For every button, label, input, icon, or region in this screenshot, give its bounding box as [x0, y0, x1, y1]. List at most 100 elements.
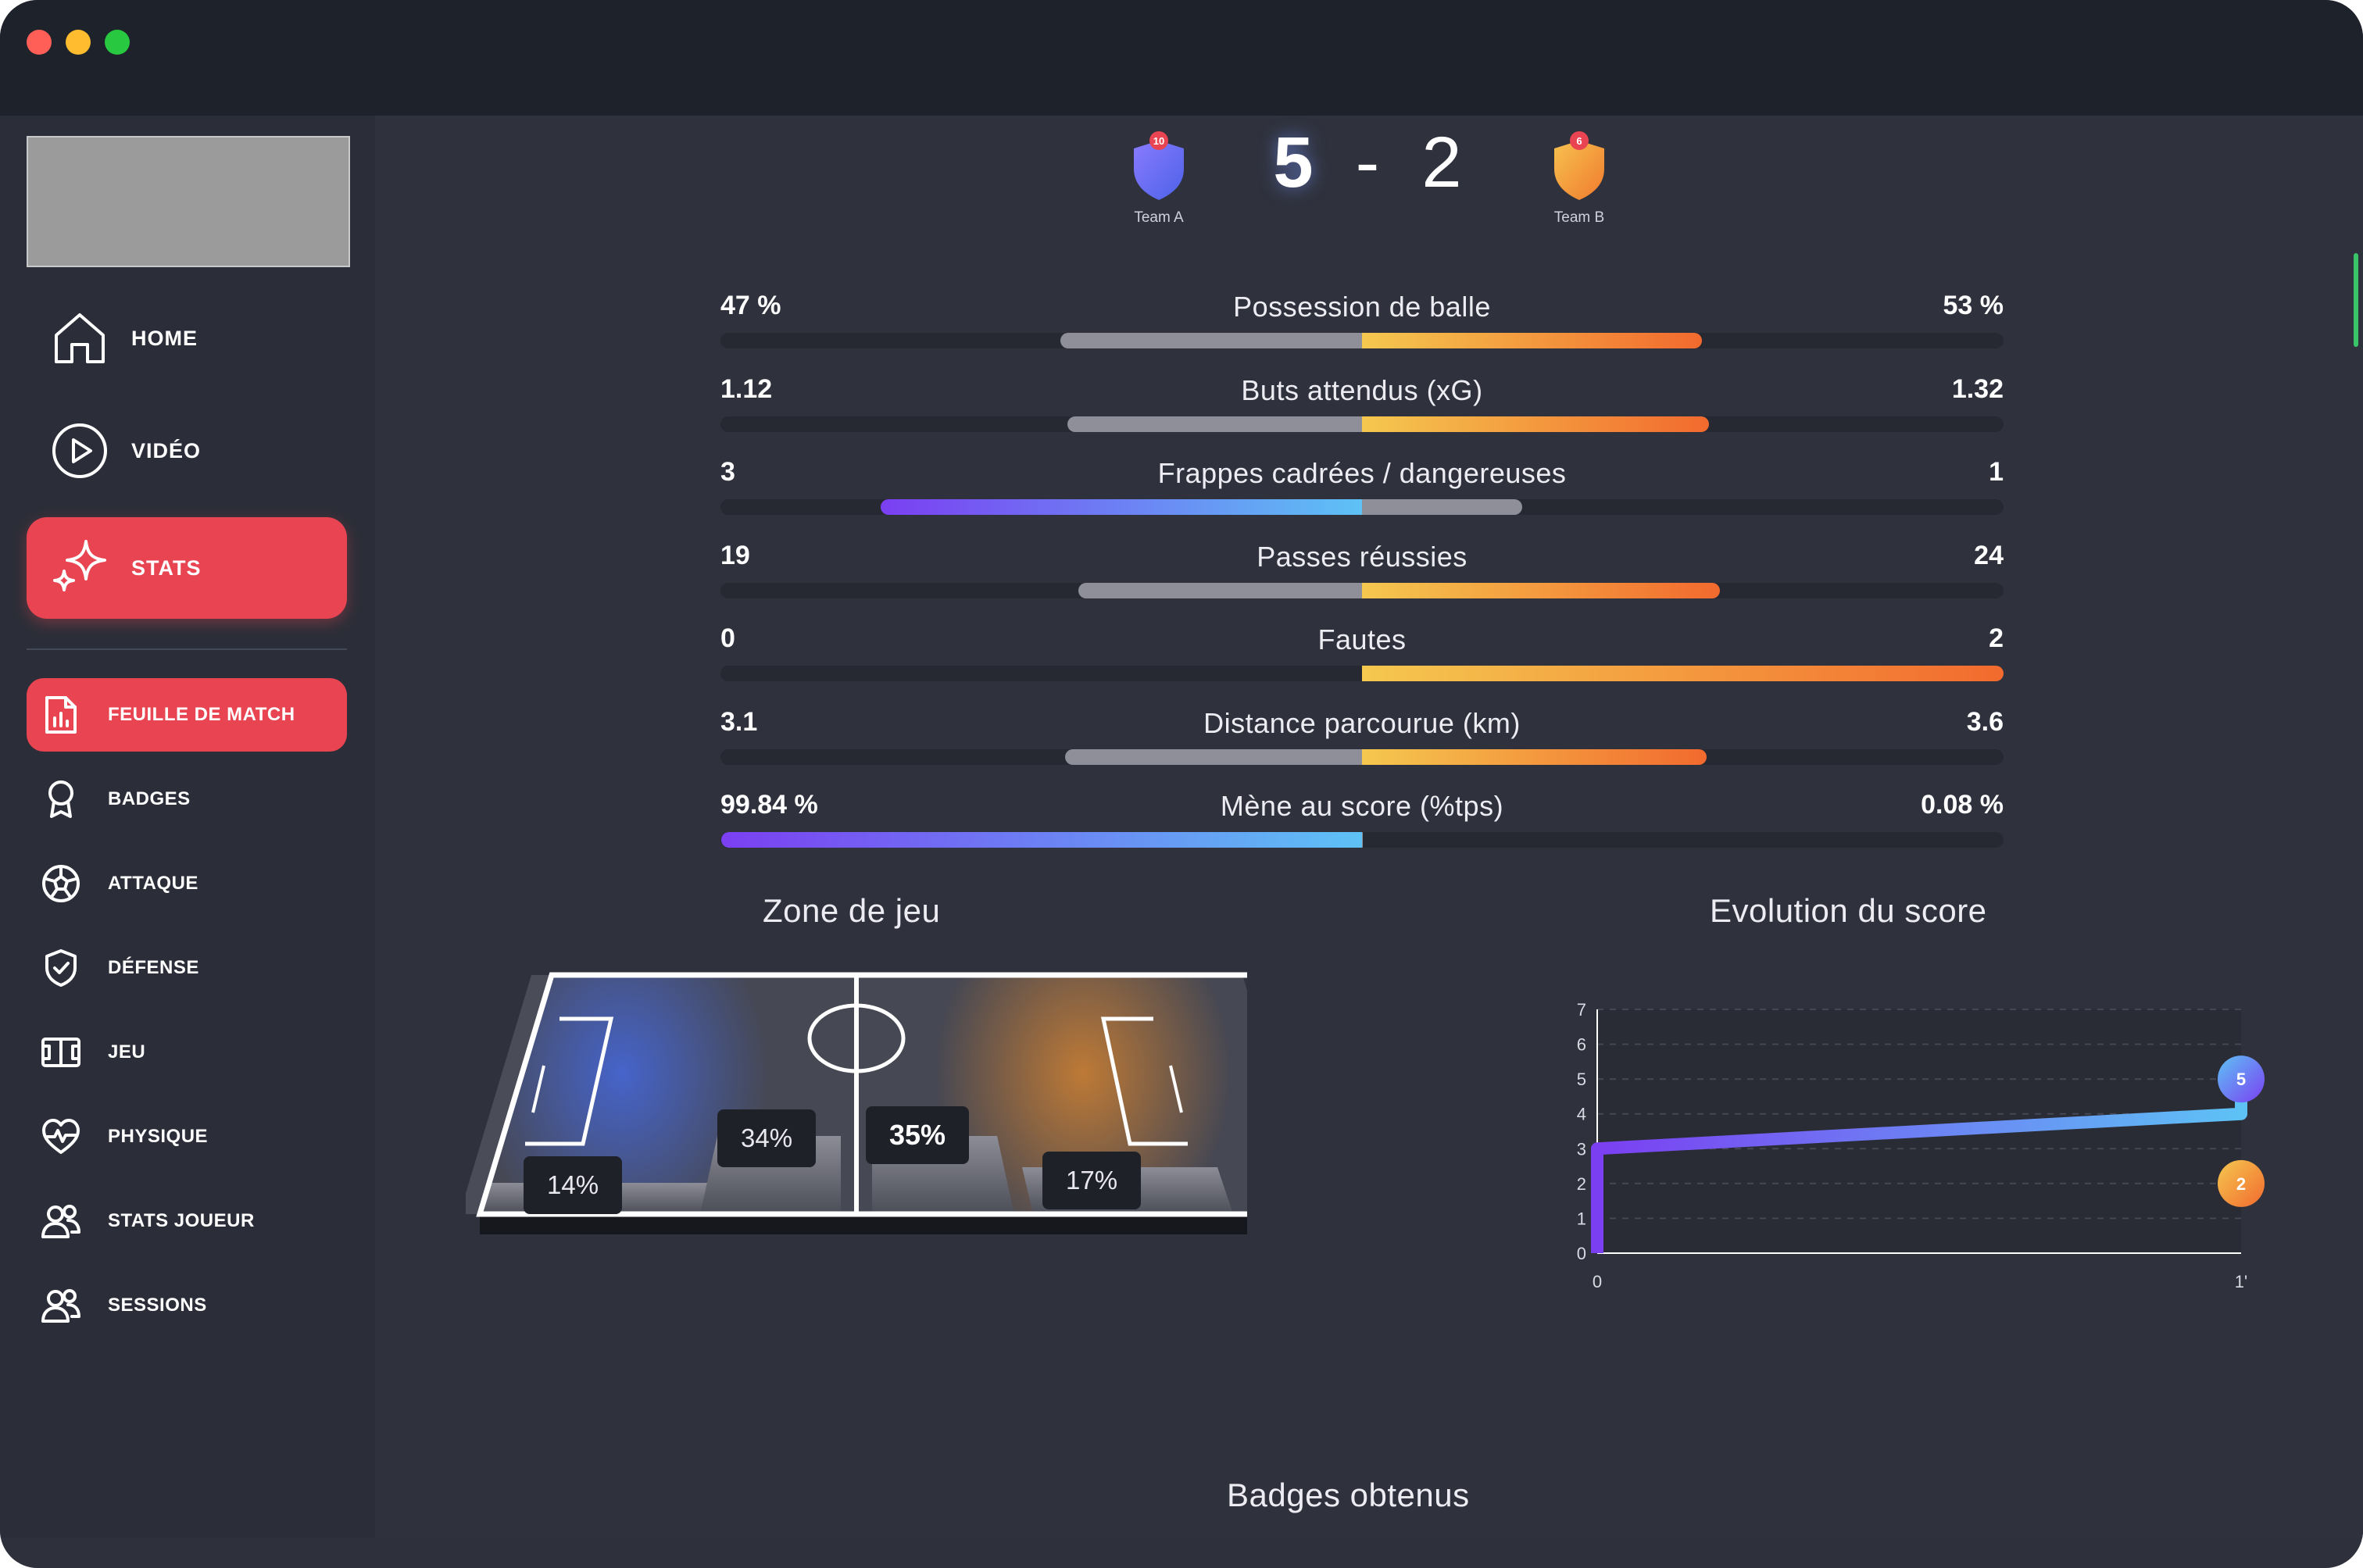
- nav-video-label: VIDÉO: [131, 439, 202, 463]
- nav-video[interactable]: VIDÉO: [27, 400, 347, 502]
- stat-name: Frappes cadrées / dangereuses: [1157, 457, 1567, 489]
- zone-de-jeu-pitch: 14% 34% 35% 17%: [459, 956, 1339, 1238]
- close-window-button[interactable]: [27, 30, 52, 55]
- stat-bar-team-b: [1362, 582, 1721, 598]
- stat-bar-team-b: [1362, 748, 1707, 765]
- soccer-ball-icon: [42, 865, 80, 902]
- sidebar: HOME VIDÉO STATS FEUILLE DE MATCH BADGES…: [0, 116, 375, 1538]
- y-tick-label: 2: [1577, 1174, 1586, 1194]
- stat-right-value: 24: [1974, 540, 2004, 570]
- zone-label-mid-right: 35%: [866, 1106, 970, 1164]
- nav-defense[interactable]: DÉFENSE: [27, 931, 347, 1005]
- nav-jeu[interactable]: JEU: [27, 1016, 347, 1089]
- nav-feuille-de-match[interactable]: FEUILLE DE MATCH: [27, 678, 347, 752]
- stat-name: Possession de balle: [1233, 291, 1491, 323]
- team-a-badge: 10 Team A: [1108, 130, 1210, 227]
- nav-physique[interactable]: PHYSIQUE: [27, 1100, 347, 1173]
- team-b-score: 2: [1421, 123, 1462, 202]
- nav-jeu-label: JEU: [108, 1041, 146, 1063]
- nav-home[interactable]: HOME: [27, 288, 347, 389]
- team_a-score-marker-label: 5: [2236, 1070, 2246, 1089]
- nav-stats-label: STATS: [131, 556, 202, 580]
- sparkle-icon: [53, 540, 106, 591]
- score-evolution-chart: 5 2 0 1 2 3 4 5 6 7 0 1': [1553, 972, 2288, 1378]
- report-chart-icon: [45, 696, 77, 734]
- stat-bar-team-a: [1065, 748, 1362, 765]
- y-tick-label: 7: [1577, 1000, 1586, 1020]
- shield-check-icon: [45, 949, 77, 987]
- stat-bar-team-a: [1067, 416, 1362, 432]
- stat-bar-team-a: [1060, 333, 1362, 348]
- nav-physique-label: PHYSIQUE: [108, 1126, 209, 1147]
- play-circle-icon: [52, 423, 107, 478]
- x-tick-label: 1': [2235, 1272, 2247, 1291]
- stat-row: 99.84 % Mène au score (%tps) 0.08 %: [720, 788, 2004, 871]
- scrollbar[interactable]: [2354, 253, 2358, 347]
- stat-name: Distance parcourue (km): [1203, 706, 1521, 739]
- stat-name: Passes réussies: [1257, 540, 1467, 573]
- y-tick-label: 0: [1577, 1244, 1586, 1263]
- stat-right-value: 2: [1989, 623, 2004, 653]
- nav-feuille-de-match-label: FEUILLE DE MATCH: [108, 704, 295, 725]
- maximize-window-button[interactable]: [105, 30, 130, 55]
- stat-right-value: 53 %: [1943, 291, 2004, 320]
- team-a-score: 5: [1273, 123, 1314, 202]
- users-icon: [41, 1289, 80, 1323]
- home-icon: [55, 313, 105, 363]
- stat-bar-team-b: [1362, 416, 1710, 432]
- stat-row: 3.1 Distance parcourue (km) 3.6: [720, 705, 2004, 788]
- stat-row: 0 Fautes 2: [720, 622, 2004, 705]
- stat-bar-team-a: [1078, 582, 1362, 598]
- y-tick-label: 3: [1577, 1139, 1586, 1159]
- nav-badges[interactable]: BADGES: [27, 763, 347, 836]
- heart-pulse-icon: [42, 1119, 80, 1154]
- logo-placeholder: [27, 136, 350, 267]
- nav-sessions-label: SESSIONS: [108, 1295, 207, 1316]
- nav-stats[interactable]: STATS: [27, 517, 347, 619]
- nav-stats-joueur[interactable]: STATS JOUEUR: [27, 1184, 347, 1258]
- nav-defense-label: DÉFENSE: [108, 957, 199, 978]
- score-evolution-svg: 5 2 0 1 2 3 4 5 6 7 0 1': [1577, 1000, 2265, 1291]
- stat-right-value: 1.32: [1951, 373, 2004, 404]
- nav-badges-label: BADGES: [108, 788, 191, 809]
- x-tick-label: 0: [1593, 1272, 1602, 1291]
- stat-name: Mène au score (%tps): [1220, 790, 1504, 822]
- stat-bar-team-b: [1362, 666, 2004, 681]
- y-tick-label: 6: [1577, 1035, 1586, 1055]
- y-tick-label: 5: [1577, 1070, 1586, 1089]
- team-b-badge: 6 Team B: [1528, 130, 1630, 227]
- evolution-title: Evolution du score: [1710, 892, 1987, 929]
- pitch-icon: [41, 1038, 80, 1067]
- stat-right-value: 0.08 %: [1921, 790, 2004, 820]
- sidebar-divider: [27, 648, 347, 650]
- team-b-name: Team B: [1553, 209, 1605, 226]
- stat-bar-team-b: [1362, 832, 1363, 848]
- team_b-score-marker-label: 2: [2236, 1174, 2246, 1194]
- stat-name: Fautes: [1317, 623, 1407, 655]
- nav-attaque[interactable]: ATTAQUE: [27, 847, 347, 920]
- nav-sessions[interactable]: SESSIONS: [27, 1269, 347, 1342]
- team-b-badge-number: 6: [1576, 135, 1582, 147]
- stat-right-value: 1: [1989, 457, 2004, 487]
- award-icon: [48, 780, 73, 818]
- zone-label-defense-left: 14%: [524, 1156, 623, 1214]
- score-separator: -: [1355, 123, 1380, 202]
- minimize-window-button[interactable]: [66, 30, 91, 55]
- badges-obtenus-title: Badges obtenus: [1227, 1477, 1470, 1513]
- stat-name: Buts attendus (xG): [1241, 373, 1483, 406]
- stat-bar-team-b: [1362, 499, 1523, 515]
- zone-de-jeu-title: Zone de jeu: [763, 892, 941, 929]
- shield-icon: 6: [1554, 131, 1604, 200]
- title-bar: [0, 0, 2363, 116]
- shield-icon: 10: [1134, 131, 1184, 200]
- y-tick-label: 4: [1577, 1105, 1586, 1124]
- nav-stats-joueur-label: STATS JOUEUR: [108, 1210, 255, 1231]
- team-a-badge-number: 10: [1153, 135, 1164, 147]
- stat-bar-team-b: [1362, 333, 1703, 348]
- stat-row: 19 Passes réussies 24: [720, 539, 2004, 622]
- nav-attaque-label: ATTAQUE: [108, 873, 198, 894]
- users-icon: [41, 1205, 80, 1238]
- team-a-name: Team A: [1134, 209, 1184, 226]
- nav-home-label: HOME: [131, 327, 198, 350]
- zone-label-attack-right: 17%: [1042, 1152, 1142, 1209]
